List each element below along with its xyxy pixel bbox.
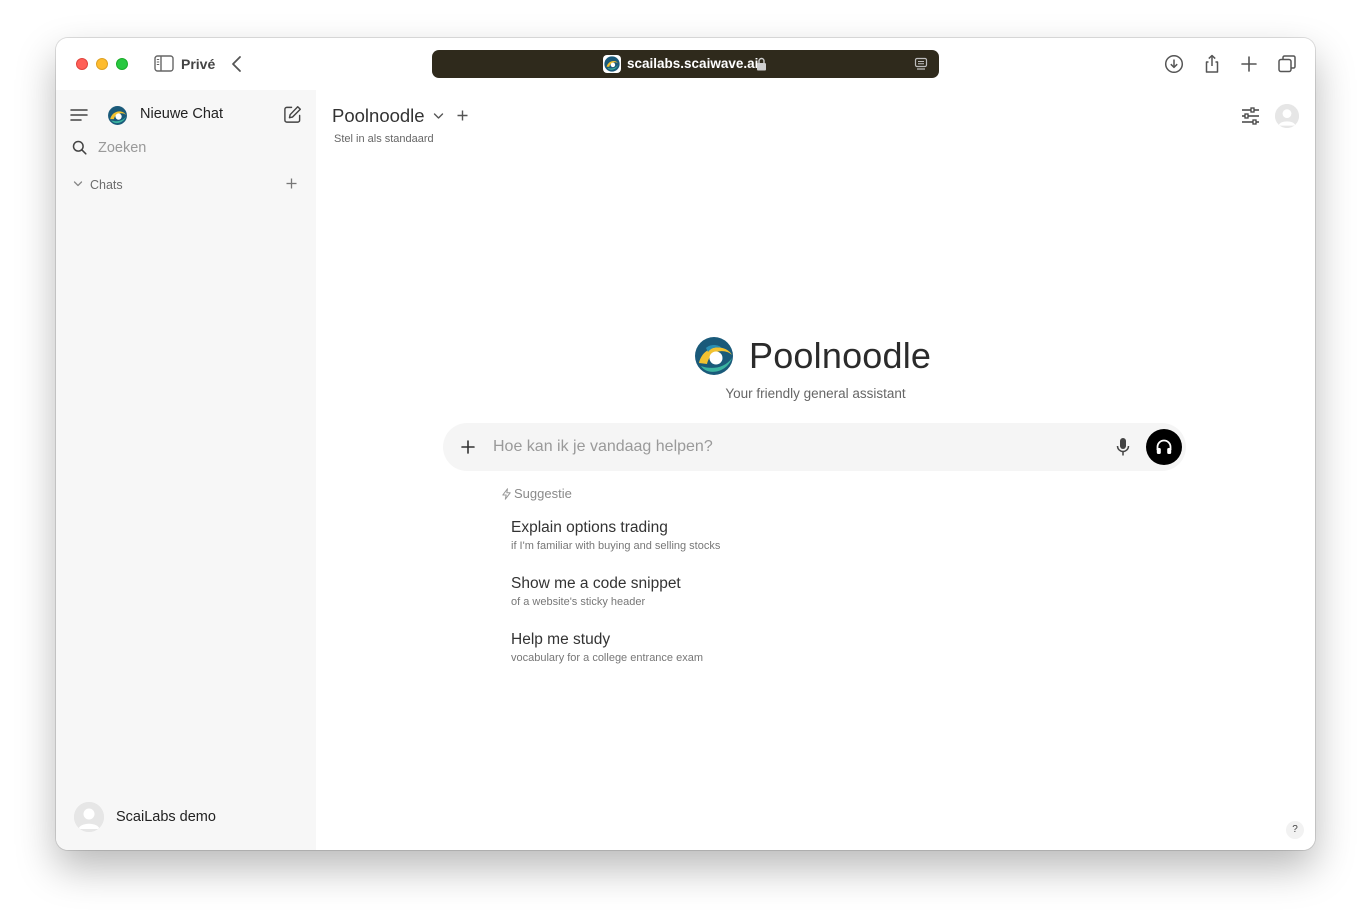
plus-icon[interactable] <box>461 440 475 454</box>
minimize-window-button[interactable] <box>96 58 108 70</box>
microphone-icon[interactable] <box>1116 437 1130 457</box>
suggestion-subtitle: of a website's sticky header <box>511 596 646 608</box>
sidebar: Nieuwe Chat Chats ScaiLabs demo <box>56 90 316 850</box>
suggestion-title: Explain options trading <box>511 519 668 536</box>
suggestion-item[interactable]: Show me a code snippet of a website's st… <box>511 575 911 608</box>
address-bar[interactable]: scailabs.scaiwave.ai <box>432 50 939 78</box>
plus-icon[interactable] <box>1239 54 1259 74</box>
avatar[interactable] <box>74 802 104 832</box>
user-name[interactable]: ScaiLabs demo <box>116 809 216 825</box>
sliders-icon[interactable] <box>1241 107 1260 125</box>
avatar[interactable] <box>1275 104 1299 128</box>
lightning-icon <box>502 488 511 500</box>
chevron-left-icon[interactable] <box>230 54 244 74</box>
suggestion-title: Help me study <box>511 631 611 648</box>
suggestion-subtitle: vocabulary for a college entrance exam <box>511 652 703 664</box>
set-default-link[interactable]: Stel in als standaard <box>334 133 434 145</box>
main-content: Poolnoodle Stel in als standaard Poolnoo… <box>316 90 1315 850</box>
search-icon <box>72 140 87 155</box>
headphones-icon <box>1156 439 1172 454</box>
tabs-overview-icon[interactable] <box>1277 54 1297 74</box>
suggestion-subtitle: if I'm familiar with buying and selling … <box>511 540 721 552</box>
voice-mode-button[interactable] <box>1146 429 1182 465</box>
browser-toolbar: Privé scailabs.scaiwave.ai <box>56 38 1315 90</box>
edit-icon[interactable] <box>283 105 302 124</box>
maximize-window-button[interactable] <box>116 58 128 70</box>
browser-window: Privé scailabs.scaiwave.ai Nieuwe Chat Z… <box>56 38 1315 850</box>
model-selector[interactable]: Poolnoodle <box>332 105 425 127</box>
help-button[interactable]: ? <box>1286 821 1304 839</box>
suggestion-title: Show me a code snippet <box>511 575 681 592</box>
hero-subtitle: Your friendly general assistant <box>725 386 906 401</box>
hero-title: Poolnoodle <box>749 335 932 376</box>
chevron-down-icon[interactable] <box>433 112 444 120</box>
search-input[interactable] <box>98 137 298 159</box>
suggestions-heading: Suggestie <box>501 486 572 501</box>
prompt-input[interactable] <box>493 435 1093 459</box>
menu-icon[interactable] <box>70 108 88 122</box>
reader-mode-icon[interactable] <box>914 57 928 71</box>
close-window-button[interactable] <box>76 58 88 70</box>
site-favicon <box>603 55 621 73</box>
suggestion-item[interactable]: Explain options trading if I'm familiar … <box>511 519 911 552</box>
suggestion-item[interactable]: Help me study vocabulary for a college e… <box>511 631 911 664</box>
sidebar-icon[interactable] <box>154 55 174 72</box>
url-text: scailabs.scaiwave.ai <box>627 56 759 71</box>
new-chat-label[interactable]: Nieuwe Chat <box>140 106 223 122</box>
app-logo-icon <box>108 106 127 125</box>
chevron-down-icon[interactable] <box>73 180 83 188</box>
add-folder-icon[interactable] <box>286 178 297 189</box>
share-icon[interactable] <box>1202 54 1222 74</box>
add-model-icon[interactable] <box>457 110 468 121</box>
chats-section-label[interactable]: Chats <box>90 178 123 192</box>
download-icon[interactable] <box>1164 54 1184 74</box>
private-mode-label: Privé <box>181 56 216 72</box>
lock-icon <box>757 57 766 71</box>
app-logo-icon <box>695 337 733 375</box>
prompt-box <box>443 423 1186 471</box>
suggestions-heading-label: Suggestie <box>514 486 572 501</box>
